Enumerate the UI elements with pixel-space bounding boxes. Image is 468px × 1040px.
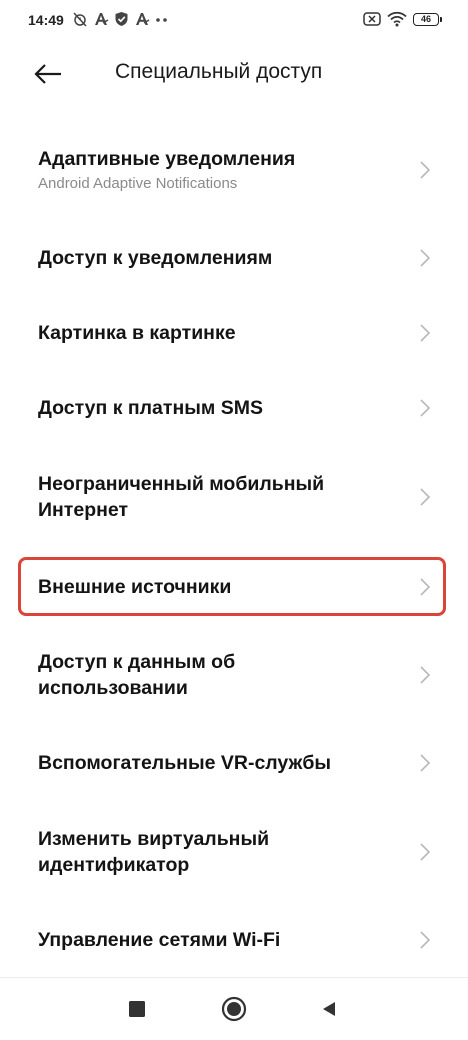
list-item-external-sources[interactable]: Внешние источники [18, 557, 446, 616]
chevron-right-icon [420, 488, 431, 506]
dots-icon [155, 11, 169, 27]
item-subtitle: Android Adaptive Notifications [38, 175, 238, 192]
home-button[interactable] [219, 994, 249, 1024]
item-title: Вспомогательные VR-службы [38, 752, 332, 774]
item-title: Картинка в картинке [38, 322, 236, 344]
home-circle-icon [221, 996, 247, 1022]
list-item-unrestricted-data[interactable]: Неограниченный мобильный Интернет [18, 455, 446, 539]
chevron-right-icon [420, 399, 431, 417]
arrow-left-icon [34, 64, 61, 84]
alarm-off-icon [72, 11, 88, 27]
list-item-adaptive-notifications[interactable]: Адаптивные уведомления Android Adaptive … [18, 133, 446, 207]
item-title: Изменить виртуальный идентификатор [38, 828, 270, 876]
item-title: Неограниченный мобильный Интернет [38, 473, 325, 521]
chevron-right-icon [420, 754, 431, 772]
item-title: Управление сетями Wi-Fi [38, 929, 281, 951]
status-bar: 14:49 46 [0, 0, 468, 46]
shield-icon [114, 11, 129, 27]
item-title: Доступ к платным SMS [38, 397, 263, 419]
item-title: Адаптивные уведомления [38, 148, 296, 170]
status-icons-right: 46 [363, 9, 442, 29]
chevron-right-icon [420, 324, 431, 342]
chevron-right-icon [420, 931, 431, 949]
chevron-right-icon [420, 249, 431, 267]
chevron-right-icon [420, 666, 431, 684]
a-icon [93, 11, 109, 27]
back-nav-button[interactable] [314, 994, 344, 1024]
item-title: Доступ к уведомлениям [38, 247, 273, 269]
list-item-usage-access[interactable]: Доступ к данным об использовании [18, 633, 446, 717]
nav-bar [0, 978, 468, 1040]
back-button[interactable] [28, 58, 68, 90]
battery-level: 46 [413, 12, 439, 26]
chevron-right-icon [420, 161, 431, 179]
list-item-premium-sms[interactable]: Доступ к платным SMS [18, 371, 446, 445]
sim-off-icon [363, 12, 381, 26]
item-title: Доступ к данным об использовании [38, 651, 236, 699]
back-triangle-icon [323, 1002, 335, 1016]
screen: 14:49 46 Специальный доступ Адаптивные у… [0, 0, 468, 1040]
chevron-right-icon [420, 843, 431, 861]
header: Специальный доступ [0, 46, 468, 102]
list-item-notification-access[interactable]: Доступ к уведомлениям [18, 221, 446, 295]
page-title: Специальный доступ [115, 60, 323, 83]
chevron-right-icon [420, 577, 431, 596]
recents-square-icon [129, 1001, 145, 1017]
battery-icon: 46 [413, 12, 442, 26]
list-item-virtual-id[interactable]: Изменить виртуальный идентификатор [18, 810, 446, 894]
list-item-vr-services[interactable]: Вспомогательные VR-службы [18, 726, 446, 800]
list-item-wifi-control[interactable]: Управление сетями Wi-Fi [18, 903, 446, 977]
recents-button[interactable] [122, 994, 152, 1024]
a-icon [134, 11, 150, 27]
list-item-picture-in-picture[interactable]: Картинка в картинке [18, 296, 446, 370]
status-icons-left [72, 9, 169, 29]
status-time: 14:49 [28, 12, 64, 28]
wifi-icon [387, 11, 407, 27]
item-title: Внешние источники [38, 575, 232, 598]
